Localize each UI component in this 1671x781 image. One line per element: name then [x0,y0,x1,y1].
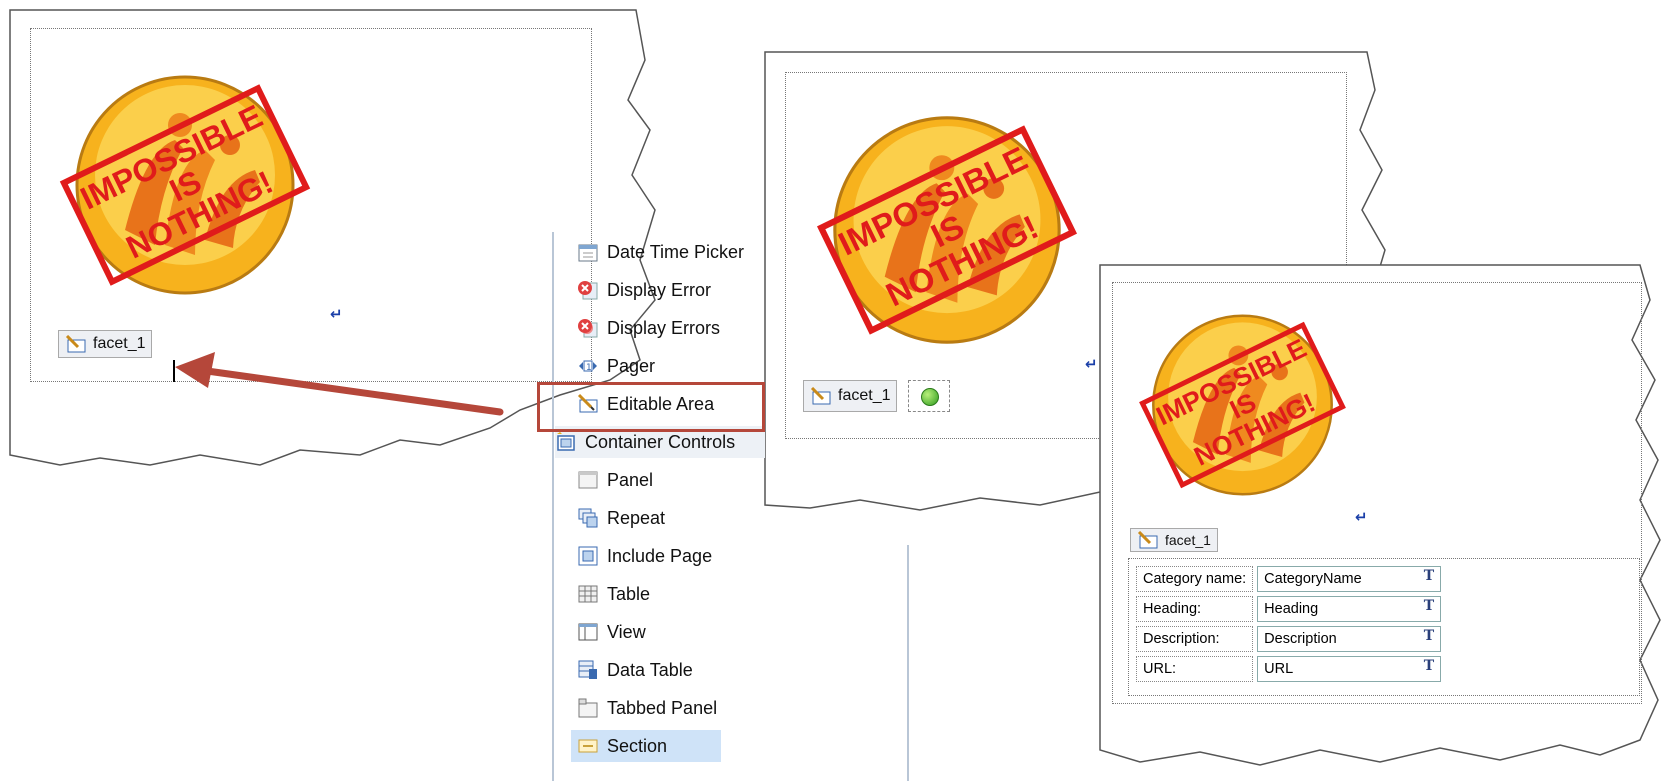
data-table-icon [578,660,597,679]
field-label: Heading: [1136,596,1254,622]
url-field[interactable]: URL T [1257,656,1442,682]
category-form-table: Category name: CategoryName T Heading: He… [1132,562,1445,686]
palette-item-label: Container Controls [585,431,736,452]
field-value: URL [1264,661,1294,677]
text-output-icon: T [1423,628,1435,644]
facet-label: facet_1 [1165,532,1211,548]
palette-item-label: Panel [607,469,654,490]
logo-1: IMPOSSIBLE IS NOTHING! [59,75,311,295]
logo-3: IMPOSSIBLE IS NOTHING! [1139,314,1346,496]
container-controls-icon [557,432,575,451]
palette-item-table[interactable]: Table [577,578,650,610]
text-output-icon: T [1423,598,1435,614]
panel-icon [578,471,598,489]
paragraph-return-mark-3: ↵ [1355,509,1368,526]
palette-item-label: Table [607,583,651,604]
palette-item-label: Date Time Picker [607,241,745,262]
palette-item-date-time-picker[interactable]: Date Time Picker [577,236,744,268]
palette-item-label: Display Error [607,279,712,300]
field-label: Category name: [1136,566,1254,592]
green-status-icon [921,388,939,406]
palette-item-label: Section [607,735,668,756]
display-errors-icon [578,319,598,338]
palette-item-label: Include Page [607,545,713,566]
text-cursor [173,360,175,382]
description-field[interactable]: Description T [1257,626,1442,652]
palette-item-label: Data Table [607,659,693,680]
palette-item-display-error[interactable]: Display Error [577,274,711,306]
editable-area-highlight [537,382,765,432]
heading-field[interactable]: Heading T [1257,596,1442,622]
date-time-picker-icon [578,244,598,262]
tabbed-panel-icon [578,698,598,718]
field-value: CategoryName [1264,571,1362,587]
logo-2: IMPOSSIBLE IS NOTHING! [816,116,1078,344]
palette-item-label: Pager [607,355,656,376]
facet-drop-target[interactable] [908,380,950,412]
palette-item-repeat[interactable]: Repeat [577,502,665,534]
facet-chip-1[interactable]: facet_1 [58,330,153,358]
palette-item-view[interactable]: View [577,616,646,648]
field-value: Description [1264,631,1337,647]
section-icon [578,739,598,753]
svg-text:1: 1 [586,363,592,373]
palette-item-label: Repeat [607,507,666,528]
view-icon [578,623,598,641]
palette-item-include-page[interactable]: Include Page [577,540,712,572]
palette-item-data-table[interactable]: Data Table [577,654,693,686]
table-row: Heading: Heading T [1136,596,1442,622]
field-label: Description: [1136,626,1254,652]
facet-label: facet_1 [93,335,146,352]
palette-item-display-errors[interactable]: Display Errors [577,312,720,344]
field-value: Heading [1264,601,1319,617]
table-row: Description: Description T [1136,626,1442,652]
palette-item-label: View [607,621,646,642]
table-icon [578,585,598,603]
editable-area-icon [1137,531,1158,549]
include-page-icon [578,546,598,566]
palette-item-panel[interactable]: Panel [577,464,653,496]
pager-icon: 1 [579,360,597,373]
facet-chip-3[interactable]: facet_1 [1130,528,1218,552]
text-output-icon: T [1423,658,1435,674]
palette-item-pager[interactable]: 1 Pager [577,350,655,382]
field-label: URL: [1136,656,1254,682]
palette-left-border [552,232,554,781]
palette-right-border [907,545,909,781]
paragraph-return-mark-2: ↵ [1085,356,1098,373]
editable-area-icon [810,387,831,405]
table-row: URL: URL T [1136,656,1442,682]
palette-item-section[interactable]: Section [571,730,721,762]
repeat-icon [578,508,598,528]
palette-item-label: Tabbed Panel [607,697,718,718]
paragraph-return-mark-1: ↵ [330,306,343,323]
table-row: Category name: CategoryName T [1136,566,1442,592]
editable-area-icon [65,335,86,353]
facet-label: facet_1 [838,387,891,404]
text-output-icon: T [1423,568,1435,584]
category-name-field[interactable]: CategoryName T [1257,566,1442,592]
facet-chip-2[interactable]: facet_1 [803,380,898,412]
palette-item-tabbed-panel[interactable]: Tabbed Panel [577,692,717,724]
palette-item-label: Display Errors [607,317,721,338]
display-error-icon [578,281,598,300]
